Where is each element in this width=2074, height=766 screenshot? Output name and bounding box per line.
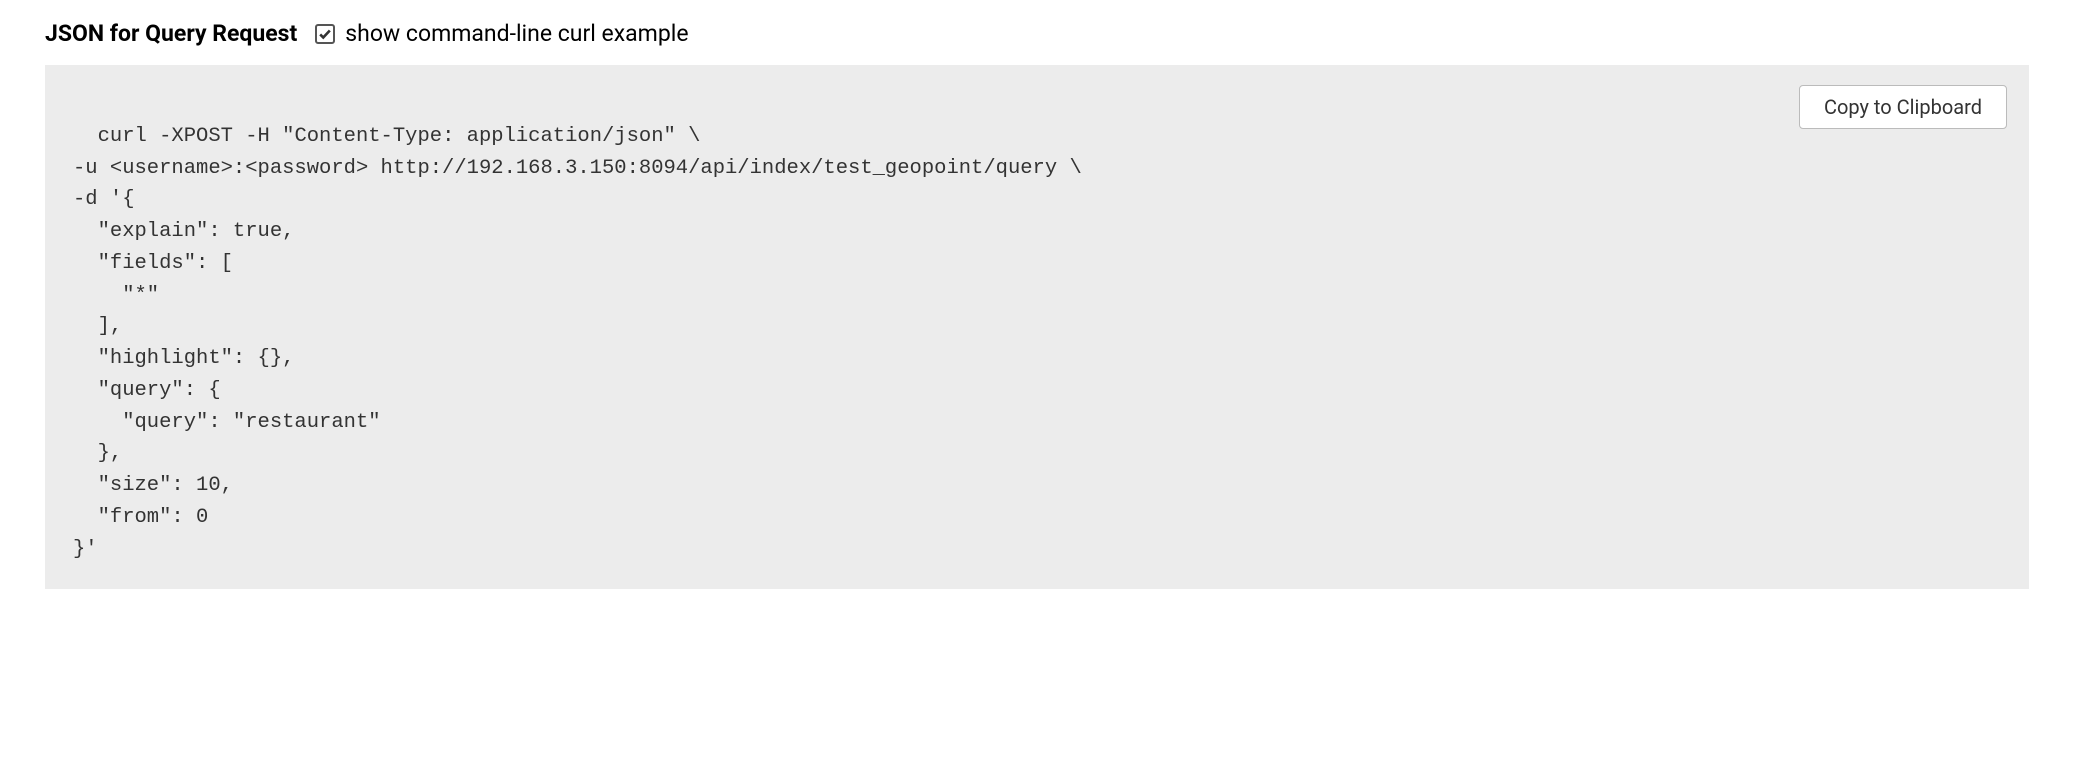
code-content: curl -XPOST -H "Content-Type: applicatio… (73, 125, 1082, 561)
copy-to-clipboard-button[interactable]: Copy to Clipboard (1799, 85, 2007, 129)
checkbox-icon (315, 24, 335, 44)
checkbox-label: show command-line curl example (345, 20, 688, 47)
code-block: Copy to Clipboard curl -XPOST -H "Content… (45, 65, 2029, 589)
show-curl-checkbox[interactable]: show command-line curl example (315, 20, 688, 47)
checkmark-icon (318, 27, 332, 41)
section-header: JSON for Query Request show command-line… (45, 20, 2029, 47)
section-title: JSON for Query Request (45, 20, 297, 47)
